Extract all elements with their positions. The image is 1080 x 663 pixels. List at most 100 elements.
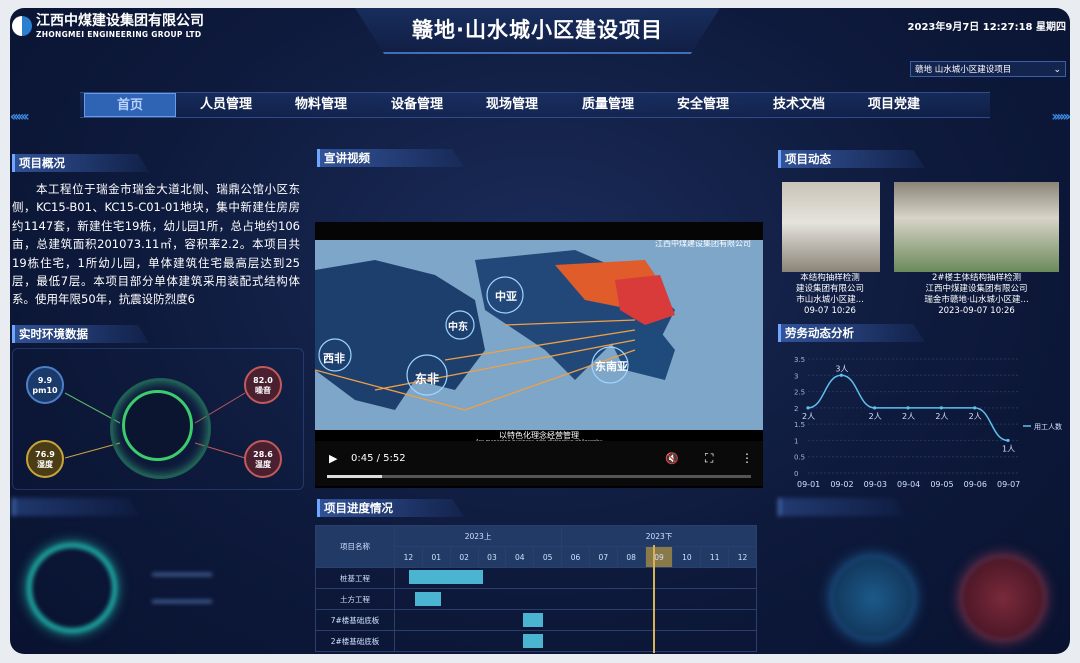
blurred-panel-left	[12, 498, 302, 648]
region-label: 东非	[415, 372, 440, 386]
main-nav: 首页 人员管理 物料管理 设备管理 现场管理 质量管理 安全管理 技术文档 项目…	[80, 92, 990, 118]
dynamics-photo[interactable]	[782, 182, 880, 272]
month-cell: 07	[588, 546, 618, 568]
dynamics-photo[interactable]	[894, 182, 1059, 272]
nav-home[interactable]: 首页	[84, 93, 176, 117]
legend-label: 用工人数	[1034, 422, 1062, 431]
nav-party[interactable]: 项目党建	[848, 93, 940, 117]
region-label: 中亚	[495, 290, 517, 303]
humidity-value: 76.9	[35, 450, 55, 459]
company-name: 江西中煤建设集团有限公司	[36, 13, 204, 29]
y-tick-label: 1.5	[794, 421, 805, 429]
blurred-panel-right	[778, 498, 1066, 648]
nav-quality[interactable]: 质量管理	[562, 93, 654, 117]
video-progress-fill	[327, 475, 383, 478]
overview-text: 本工程位于瑞金市瑞金大道北侧、瑞鼎公馆小区东侧，KC15-B01、KC15-C0…	[12, 182, 300, 307]
y-tick-label: 2	[794, 405, 798, 413]
mute-icon[interactable]: 🔇	[665, 452, 679, 465]
video-brand: 江西中煤建设集团有限公司	[655, 240, 751, 248]
noise-value: 82.0	[253, 376, 273, 385]
x-tick-label: 09-01	[797, 480, 820, 489]
project-select[interactable]: 赣地 山水城小区建设项目 ⌄	[910, 61, 1066, 77]
nav-equipment[interactable]: 设备管理	[371, 93, 463, 117]
month-cell: 06	[561, 546, 590, 568]
nav-personnel[interactable]: 人员管理	[180, 93, 272, 117]
temperature-value: 28.6	[253, 450, 273, 459]
datetime: 2023年9月7日 12:27:18 星期四	[907, 22, 1066, 33]
video-progress-track[interactable]	[327, 475, 751, 478]
row-name: 7#楼基础底板	[315, 609, 395, 631]
nav-safety[interactable]: 安全管理	[657, 93, 749, 117]
month-cell: 03	[477, 546, 507, 568]
chevron-down-icon: ⌄	[1053, 65, 1061, 75]
x-tick-label: 09-03	[864, 480, 887, 489]
y-tick-label: 1	[794, 437, 798, 445]
noise-badge: 82.0 噪音	[244, 366, 282, 404]
month-cell: 05	[533, 546, 563, 568]
data-label: 2人	[802, 412, 815, 421]
video-controls: ▶ 0:45 / 5:52 🔇 ⛶ ⋮	[315, 441, 763, 486]
dynamics-line2: 建设集团有限公司	[795, 284, 864, 294]
gantt-bar	[415, 592, 441, 606]
more-options-icon[interactable]: ⋮	[741, 451, 753, 465]
video-frame-map: 西非 东非 中东 中亚 东南亚 江西中煤建设集团有限公司	[315, 240, 763, 430]
nav-tech-docs[interactable]: 技术文档	[753, 93, 845, 117]
dynamics-line1: 本结构抽样检测	[800, 273, 860, 283]
half-label: 2023下	[561, 525, 757, 547]
x-tick-label: 09-04	[897, 480, 920, 489]
dynamics-time: 2023-09-07 10:26	[938, 306, 1015, 316]
dynamics-header: 项目动态	[778, 150, 925, 168]
page-title: 赣地·山水城小区建设项目	[412, 18, 663, 42]
play-icon[interactable]: ▶	[329, 452, 337, 465]
row-name: 2#楼基础底板	[315, 630, 395, 652]
video-time: 0:45 / 5:52	[351, 453, 406, 464]
temperature-badge: 28.6 温度	[244, 440, 282, 478]
data-point	[906, 406, 910, 410]
gantt-bar	[523, 634, 543, 648]
blurred-line	[152, 573, 212, 576]
progress-header: 项目进度情况	[317, 499, 464, 517]
blurred-circle	[833, 558, 913, 638]
region-label: 中东	[448, 322, 468, 333]
data-label: 2人	[869, 412, 882, 421]
data-point	[806, 406, 810, 410]
nav-left-arrows-icon: ‹‹‹‹‹‹	[10, 109, 30, 125]
x-tick-label: 09-05	[930, 480, 953, 489]
blurred-header	[12, 498, 139, 516]
data-point	[939, 406, 943, 410]
col-project-name: 项目名称	[315, 525, 395, 568]
fullscreen-icon[interactable]: ⛶	[705, 451, 713, 466]
current-month-marker	[653, 545, 655, 653]
overview-header: 项目概况	[12, 154, 149, 172]
pm10-value: 9.9	[37, 376, 53, 385]
month-cell: 04	[505, 546, 535, 568]
region-label: 西非	[323, 352, 345, 365]
month-cell: 12	[728, 546, 757, 568]
data-label: 2人	[935, 412, 948, 421]
world-map-graphic	[315, 250, 675, 411]
humidity-badge: 76.9 湿度	[26, 440, 64, 478]
dynamics-line1: 2#楼主体结构抽样检测	[931, 273, 1022, 283]
data-label: 2人	[969, 412, 982, 421]
data-label: 3人	[835, 364, 848, 373]
nav-site[interactable]: 现场管理	[466, 93, 558, 117]
humidity-label: 湿度	[37, 460, 53, 469]
labor-header: 劳务动态分析	[778, 324, 925, 342]
blurred-circle	[963, 558, 1043, 638]
data-label: 1人	[1002, 444, 1015, 453]
data-label: 2人	[902, 412, 915, 421]
y-tick-label: 0	[794, 470, 798, 478]
video-top-band	[315, 222, 763, 240]
nav-materials[interactable]: 物料管理	[275, 93, 367, 117]
half-label: 2023上	[393, 525, 563, 547]
company-logo-icon	[12, 16, 32, 36]
x-tick-label: 09-06	[964, 480, 987, 489]
dynamics-time: 09-07 10:26	[804, 306, 856, 316]
data-point	[1006, 438, 1010, 443]
y-tick-label: 3.5	[794, 356, 805, 364]
region-label: 东南亚	[595, 360, 628, 373]
pm10-badge: 9.9 pm10	[26, 366, 64, 404]
month-cell: 08	[616, 546, 646, 568]
company-name-en: ZHONGMEI ENGINEERING GROUP LTD	[36, 30, 202, 39]
x-tick-label: 09-07	[997, 480, 1020, 489]
